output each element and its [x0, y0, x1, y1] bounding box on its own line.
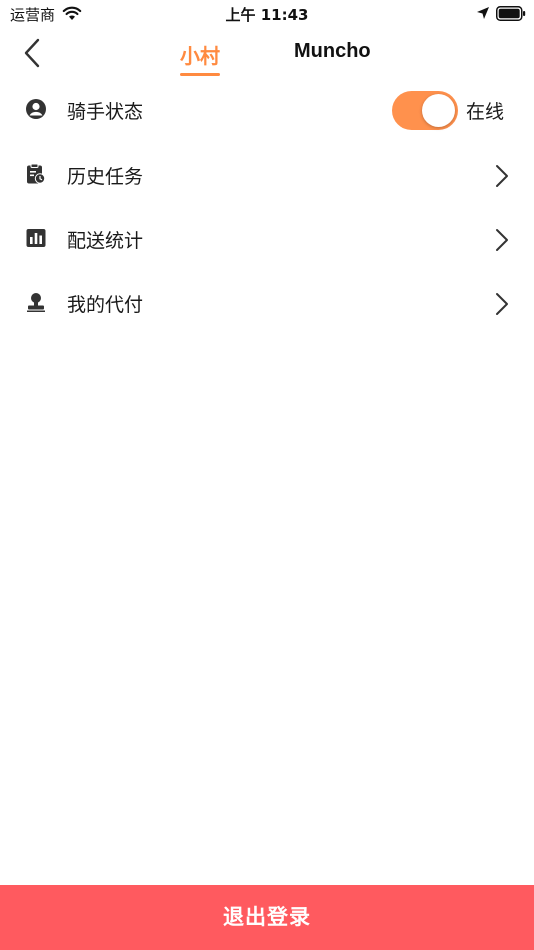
menu-item-history-tasks[interactable]: 历史任务 — [0, 143, 534, 207]
nav-bar: 小村 Muncho — [0, 28, 534, 78]
clock-time: 上午 11:43 — [225, 6, 309, 24]
menu-item-rider-status: 骑手状态 在线 — [0, 78, 534, 142]
menu-item-label: 配送统计 — [67, 230, 144, 252]
tab-xiaocun[interactable]: 小村 — [180, 40, 220, 76]
menu-item-label: 我的代付 — [67, 294, 144, 316]
menu-item-label: 骑手状态 — [67, 101, 144, 123]
location-arrow-icon — [477, 7, 489, 19]
menu-item-delivery-stats[interactable]: 配送统计 — [0, 207, 534, 271]
menu-item-label: 历史任务 — [67, 166, 144, 188]
chevron-right-icon — [496, 229, 508, 251]
stamp-icon — [27, 293, 45, 312]
toggle-knob — [422, 94, 455, 127]
bar-chart-icon — [26, 229, 46, 247]
user-circle-icon — [26, 99, 46, 119]
clipboard-clock-icon — [27, 163, 46, 184]
logout-button[interactable]: 退出登录 — [0, 885, 534, 950]
menu-item-my-payments[interactable]: 我的代付 — [0, 271, 534, 335]
tab-muncho[interactable]: Muncho — [294, 40, 371, 63]
status-bar: 运营商 上午 11:43 — [0, 0, 534, 28]
chevron-left-icon[interactable] — [18, 36, 48, 70]
battery-icon — [496, 6, 526, 21]
chevron-right-icon — [496, 165, 508, 187]
tab-xiaocun-label: 小村 — [180, 44, 220, 68]
chevron-right-icon — [496, 293, 508, 315]
online-toggle[interactable] — [392, 91, 458, 130]
active-tab-underline — [180, 73, 220, 76]
tab-muncho-label: Muncho — [294, 40, 371, 62]
online-status-label: 在线 — [466, 101, 505, 123]
